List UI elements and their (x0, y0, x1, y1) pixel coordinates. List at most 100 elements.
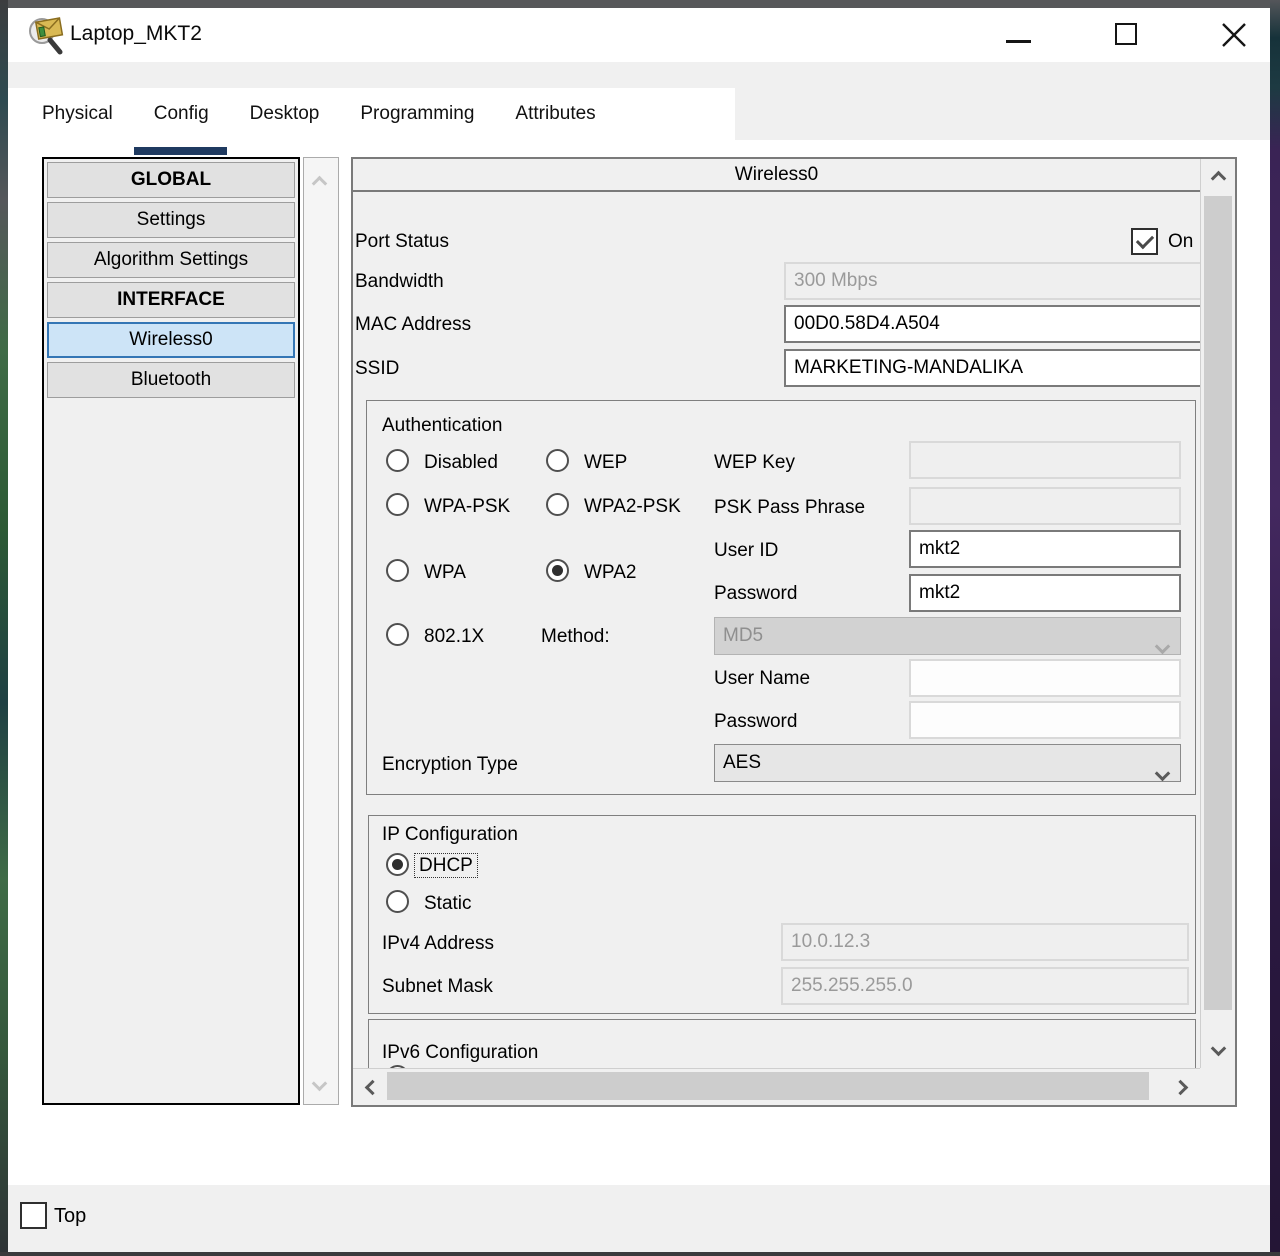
ipv4-address-label: IPv4 Address (382, 932, 494, 955)
ip-radio-dhcp-label[interactable]: DHCP (414, 853, 478, 878)
ipv6-configuration-group: IPv6 Configuration (368, 1019, 1196, 1068)
ip-radio-static-label[interactable]: Static (424, 892, 472, 915)
wireless0-panel-content: Wireless0 Port Status On Bandwidth MAC A… (353, 159, 1200, 1068)
encryption-type-select[interactable]: AES (714, 744, 1181, 782)
bottom-bar: Top (8, 1185, 1270, 1252)
window-title: Laptop_MKT2 (70, 22, 202, 46)
panel-vertical-scrollbar[interactable] (1200, 159, 1235, 1068)
top-checkbox-label[interactable]: Top (54, 1205, 86, 1228)
bandwidth-label: Bandwidth (355, 270, 444, 293)
scroll-right-icon (1173, 1080, 1189, 1096)
tab-programming[interactable]: Programming (360, 102, 474, 140)
auth-radio-wpa2-psk-label[interactable]: WPA2-PSK (584, 495, 681, 518)
wep-key-label: WEP Key (714, 451, 795, 474)
wep-key-field (909, 441, 1181, 479)
port-status-checkbox[interactable] (1131, 228, 1158, 255)
vertical-scrollbar-thumb[interactable] (1204, 196, 1232, 1010)
authentication-title: Authentication (382, 414, 502, 437)
ipv6-configuration-title: IPv6 Configuration (382, 1041, 538, 1064)
auth-password2-field (909, 701, 1181, 739)
psk-pass-phrase-field (909, 487, 1181, 525)
encryption-type-label: Encryption Type (382, 753, 518, 776)
auth-radio-wpa2-label[interactable]: WPA2 (584, 561, 636, 584)
auth-password-field[interactable] (909, 574, 1181, 612)
port-status-label: Port Status (355, 230, 449, 253)
auth-radio-wpa2[interactable] (546, 559, 569, 582)
desktop-background-right (1270, 0, 1280, 1256)
titlebar: Laptop_MKT2 (8, 8, 1270, 62)
sidebar-item-settings[interactable]: Settings (47, 202, 295, 238)
scroll-down-icon (1211, 1041, 1227, 1057)
minimize-button[interactable] (988, 8, 1048, 62)
scroll-left-icon (365, 1080, 381, 1096)
top-checkbox[interactable] (20, 1202, 47, 1229)
user-name-label: User Name (714, 667, 810, 690)
scrollbar-corner (1200, 1068, 1235, 1103)
auth-radio-8021x[interactable] (386, 623, 409, 646)
mac-address-label: MAC Address (355, 313, 471, 336)
auth-password-label: Password (714, 582, 797, 605)
auth-radio-disabled-label[interactable]: Disabled (424, 451, 498, 474)
sidebar-item-bluetooth[interactable]: Bluetooth (47, 362, 295, 398)
authentication-group: Authentication Disabled WEP WEP Key WPA-… (366, 400, 1196, 795)
horizontal-scrollbar-thumb[interactable] (387, 1072, 1149, 1100)
user-name-field (909, 659, 1181, 697)
sidebar-scroll-down-icon[interactable] (314, 1076, 325, 1094)
auth-radio-wpa2-psk[interactable] (546, 493, 569, 516)
auth-radio-wep[interactable] (546, 449, 569, 472)
ip-configuration-title: IP Configuration (382, 823, 518, 846)
desktop-background-top (0, 0, 1280, 8)
tab-config[interactable]: Config (154, 102, 209, 140)
ip-radio-static[interactable] (386, 890, 409, 913)
maximize-button[interactable] (1096, 8, 1156, 62)
auth-radio-wpa-psk-label[interactable]: WPA-PSK (424, 495, 510, 518)
ipv4-address-field (781, 923, 1189, 961)
menu-strip (8, 62, 1270, 88)
panel-horizontal-scrollbar[interactable] (353, 1068, 1200, 1103)
port-status-on-label: On (1168, 230, 1193, 253)
psk-pass-phrase-label: PSK Pass Phrase (714, 496, 865, 519)
scroll-right-button[interactable] (1165, 1069, 1200, 1104)
method-select: MD5 (714, 617, 1181, 655)
auth-radio-wpa-psk[interactable] (386, 493, 409, 516)
auth-password2-label: Password (714, 710, 797, 733)
mac-address-field[interactable] (784, 305, 1200, 343)
config-sidebar: GLOBAL Settings Algorithm Settings INTER… (42, 157, 300, 1105)
bandwidth-field (784, 262, 1200, 300)
tabstrip-background (727, 88, 1270, 140)
sidebar-item-interface[interactable]: INTERFACE (47, 282, 295, 318)
subnet-mask-label: Subnet Mask (382, 975, 493, 998)
ssid-field[interactable] (784, 349, 1200, 387)
sidebar-scrollbar[interactable] (303, 157, 339, 1105)
tab-desktop[interactable]: Desktop (250, 102, 320, 140)
ip-radio-dhcp[interactable] (386, 853, 409, 876)
sidebar-scroll-up-icon[interactable] (314, 176, 325, 194)
sidebar-item-wireless0[interactable]: Wireless0 (47, 322, 295, 358)
auth-radio-wep-label[interactable]: WEP (584, 451, 627, 474)
sidebar-item-algorithm-settings[interactable]: Algorithm Settings (47, 242, 295, 278)
tab-attributes[interactable]: Attributes (515, 102, 595, 140)
user-id-field[interactable] (909, 530, 1181, 568)
sidebar-item-global[interactable]: GLOBAL (47, 162, 295, 198)
auth-radio-wpa-label[interactable]: WPA (424, 561, 466, 584)
minimize-icon (1006, 40, 1031, 43)
screen: Laptop_MKT2 Physical Config Desktop Prog… (0, 0, 1280, 1256)
desktop-background-bottom (0, 1252, 1280, 1256)
tab-physical[interactable]: Physical (42, 102, 113, 140)
panel-header: Wireless0 (353, 159, 1200, 192)
close-icon (1220, 21, 1248, 49)
auth-radio-wpa[interactable] (386, 559, 409, 582)
ip-configuration-group: IP Configuration DHCP Static IPv4 Addres… (368, 815, 1196, 1014)
scroll-left-button[interactable] (355, 1069, 388, 1104)
desktop-background-left (0, 0, 8, 1256)
tab-bar: Physical Config Desktop Programming Attr… (27, 88, 735, 140)
ssid-label: SSID (355, 357, 399, 380)
auth-radio-disabled[interactable] (386, 449, 409, 472)
auth-radio-8021x-label[interactable]: 802.1X (424, 625, 484, 648)
scroll-down-button[interactable] (1201, 1035, 1236, 1068)
subnet-mask-field (781, 967, 1189, 1005)
encryption-chevron-down-icon (1157, 756, 1168, 791)
scroll-up-button[interactable] (1201, 159, 1236, 192)
close-button[interactable] (1204, 8, 1264, 62)
wireless0-panel: Wireless0 Port Status On Bandwidth MAC A… (351, 157, 1237, 1107)
